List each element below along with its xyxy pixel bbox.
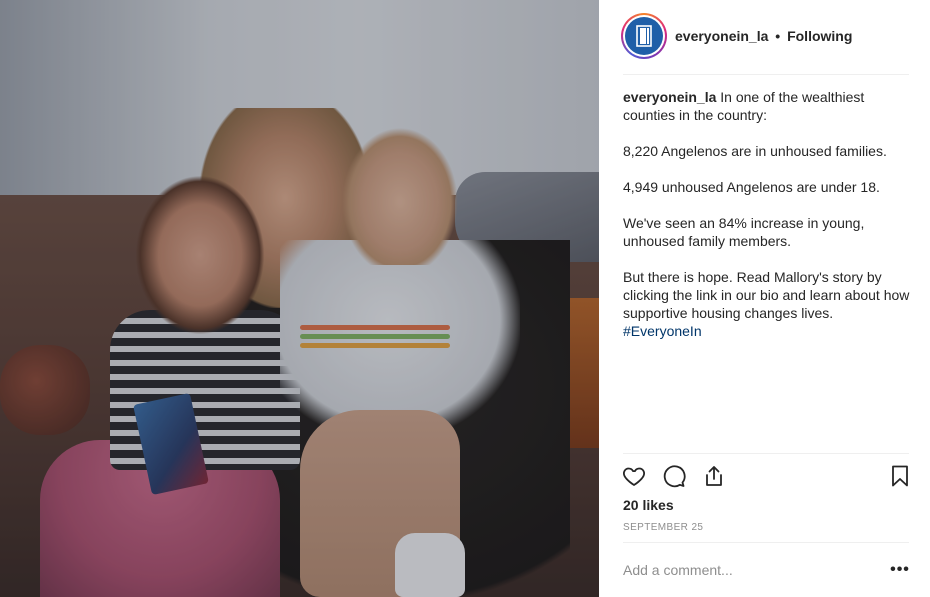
comment-button[interactable]: [661, 462, 687, 490]
post-caption: everyonein_la In one of the wealthiest c…: [623, 88, 913, 340]
caption-paragraph: But there is hope. Read Mallory's story …: [623, 269, 910, 321]
like-button[interactable]: [621, 462, 647, 490]
photo-overlay: [0, 0, 599, 597]
divider: [623, 542, 909, 543]
door-logo-icon-svg: [636, 25, 652, 47]
post-date[interactable]: SEPTEMBER 25: [623, 522, 703, 533]
post-sidebar: everyonein_la • Following everyonein_la …: [599, 0, 930, 597]
share-icon: [706, 466, 722, 486]
comment-icon: [663, 465, 686, 488]
header-text: everyonein_la • Following: [675, 28, 852, 44]
door-logo-icon: [625, 17, 663, 55]
hashtag-link[interactable]: #EveryoneIn: [623, 323, 702, 339]
post-photo[interactable]: [0, 0, 599, 597]
avatar-inner: [623, 15, 665, 57]
save-button[interactable]: [887, 462, 913, 490]
likes-count[interactable]: 20 likes: [623, 497, 674, 513]
comment-input[interactable]: [623, 560, 873, 580]
caption-paragraph: 8,220 Angelenos are in unhoused families…: [623, 143, 887, 159]
heart-icon: [623, 467, 645, 486]
action-bar: [623, 462, 913, 490]
caption-paragraph: 4,949 unhoused Angelenos are under 18.: [623, 179, 880, 195]
bookmark-icon: [892, 465, 908, 487]
divider: [623, 453, 909, 454]
caption-username-link[interactable]: everyonein_la: [623, 89, 716, 105]
avatar[interactable]: [621, 13, 667, 59]
post-header: everyonein_la • Following: [599, 0, 930, 74]
separator-dot: •: [775, 28, 781, 44]
share-button[interactable]: [701, 462, 727, 490]
following-button[interactable]: Following: [787, 28, 852, 44]
username-link[interactable]: everyonein_la: [675, 28, 768, 44]
more-options-icon[interactable]: •••: [887, 560, 913, 580]
caption-paragraph: We've seen an 84% increase in young, unh…: [623, 215, 865, 249]
divider: [623, 74, 909, 75]
